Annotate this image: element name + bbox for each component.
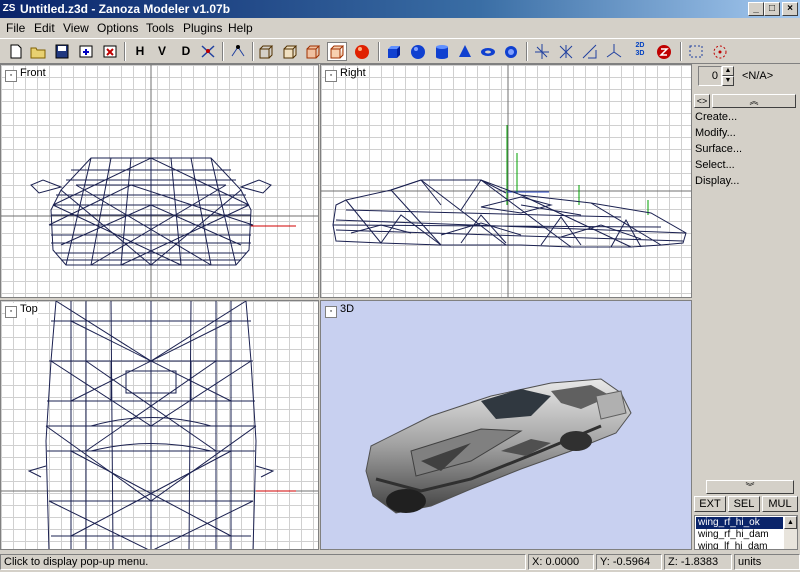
front-viewport[interactable]: ▫ Front xyxy=(0,64,319,298)
menu-tools[interactable]: Tools xyxy=(146,21,174,35)
top-viewport[interactable]: ▫ Top xyxy=(0,300,319,550)
collapse-down-button[interactable]: ︾ xyxy=(706,480,794,494)
save-icon[interactable] xyxy=(52,42,72,61)
move-icon[interactable] xyxy=(532,42,552,61)
modify-menu-item[interactable]: Modify... xyxy=(695,127,736,139)
list-item-selected[interactable]: wing_rf_hi_ok xyxy=(696,517,783,529)
status-z-coordinate: Z: -1.8383 xyxy=(664,554,732,570)
export-icon[interactable] xyxy=(100,42,120,61)
render-sphere-icon[interactable] xyxy=(352,42,372,61)
status-bar: Click to display pop-up menu. X: 0.0000 … xyxy=(0,553,800,572)
rotate-icon[interactable] xyxy=(556,42,576,61)
menu-help[interactable]: Help xyxy=(228,21,253,35)
menu-view[interactable]: View xyxy=(63,21,89,35)
list-item[interactable]: wing_lf_hi_dam xyxy=(696,541,783,549)
zoom-icon[interactable] xyxy=(654,42,674,61)
viewport-menu-icon[interactable]: ▫ xyxy=(325,70,337,82)
cone-primitive-icon[interactable] xyxy=(455,42,475,61)
status-y-coordinate: Y: -0.5964 xyxy=(596,554,662,570)
command-panel: 0 ▲ ▼ <N/A> <> ︽ Create... Modify... Sur… xyxy=(692,64,800,550)
sel-button[interactable]: SEL xyxy=(728,496,760,512)
toolbar: H V D 2D 3D xyxy=(0,38,800,64)
view3d-viewport-label[interactable]: ▫ 3D xyxy=(325,303,354,318)
circle-select-icon[interactable] xyxy=(710,42,730,61)
wire-box-icon[interactable] xyxy=(256,42,276,61)
right-viewport-label[interactable]: ▫ Right xyxy=(325,67,366,82)
collapse-up-button[interactable]: ︽ xyxy=(712,94,796,108)
torus-primitive-icon[interactable] xyxy=(478,42,498,61)
viewport-menu-icon[interactable]: ▫ xyxy=(325,306,337,318)
car-3d-render xyxy=(365,378,632,514)
display-menu-item[interactable]: Display... xyxy=(695,175,739,187)
surface-menu-item[interactable]: Surface... xyxy=(695,143,742,155)
cylinder-primitive-icon[interactable] xyxy=(432,42,452,61)
minimize-button[interactable]: _ xyxy=(748,2,764,16)
viewport-menu-icon[interactable]: ▫ xyxy=(5,306,17,318)
transform-icon[interactable] xyxy=(198,42,218,61)
open-folder-icon[interactable] xyxy=(28,42,48,61)
menu-options[interactable]: Options xyxy=(97,21,138,35)
title-bar: ZS Untitled.z3d - Zanoza Modeler v1.07b … xyxy=(0,0,800,18)
scale-icon[interactable] xyxy=(580,42,600,61)
menu-plugins[interactable]: Plugins xyxy=(183,21,222,35)
wire-box-alt-icon[interactable] xyxy=(280,42,300,61)
toolbar-separator xyxy=(526,42,528,61)
status-hint: Click to display pop-up menu. xyxy=(0,554,526,570)
spinner-up-button[interactable]: ▲ xyxy=(722,66,734,76)
maximize-button[interactable]: □ xyxy=(764,2,780,16)
import-icon[interactable] xyxy=(76,42,96,61)
toolbar-separator xyxy=(124,42,126,61)
textured-box-icon[interactable] xyxy=(327,42,347,61)
list-scrollbar-track[interactable] xyxy=(784,529,797,549)
right-viewport[interactable]: ▫ Right xyxy=(320,64,692,298)
menu-edit[interactable]: Edit xyxy=(34,21,55,35)
sphere-primitive-icon[interactable] xyxy=(408,42,428,61)
two-d-label: 2D xyxy=(635,42,645,49)
menu-file[interactable]: File xyxy=(6,21,25,35)
tube-primitive-icon[interactable] xyxy=(501,42,521,61)
ext-button[interactable]: EXT xyxy=(694,496,726,512)
top-wireframe xyxy=(1,301,318,549)
new-file-icon[interactable] xyxy=(6,42,26,61)
vertex-icon[interactable] xyxy=(228,42,248,61)
spinner-down-button[interactable]: ▼ xyxy=(722,76,734,86)
shaded-box-icon[interactable] xyxy=(303,42,323,61)
list-scroll-up-button[interactable]: ▲ xyxy=(784,516,797,529)
right-wireframe xyxy=(321,65,691,297)
front-viewport-label[interactable]: ▫ Front xyxy=(5,67,46,82)
three-d-label: 3D xyxy=(635,50,645,57)
toolbar-separator xyxy=(222,42,224,61)
toolbar-separator xyxy=(252,42,254,61)
close-button[interactable]: × xyxy=(782,2,798,16)
axis-icon[interactable] xyxy=(604,42,624,61)
d-button[interactable]: D xyxy=(176,42,196,61)
two-d-three-d-toggle[interactable]: 2D 3D xyxy=(630,42,650,61)
list-item[interactable]: wing_rf_hi_dam xyxy=(696,529,783,541)
front-wireframe xyxy=(1,65,318,297)
region-select-icon[interactable] xyxy=(686,42,706,61)
menu-bar: File Edit View Options Tools Plugins Hel… xyxy=(0,18,800,38)
toolbar-separator xyxy=(378,42,380,61)
h-button[interactable]: H xyxy=(130,42,150,61)
app-icon: ZS xyxy=(2,3,16,14)
window-title: Untitled.z3d - Zanoza Modeler v1.07b xyxy=(20,2,231,16)
object-list[interactable]: wing_rf_hi_ok wing_rf_hi_dam wing_lf_hi_… xyxy=(694,515,798,550)
panel-toggle-button[interactable]: <> xyxy=(694,94,710,108)
viewport-menu-icon[interactable]: ▫ xyxy=(5,70,17,82)
cube-primitive-icon[interactable] xyxy=(384,42,404,61)
create-menu-item[interactable]: Create... xyxy=(695,111,737,123)
toolbar-separator xyxy=(680,42,682,61)
v-button[interactable]: V xyxy=(152,42,172,61)
object-name-label: <N/A> xyxy=(742,70,774,82)
select-menu-item[interactable]: Select... xyxy=(695,159,735,171)
view3d-viewport[interactable]: ▫ 3D xyxy=(320,300,692,550)
status-x-coordinate: X: 0.0000 xyxy=(528,554,594,570)
level-spinner-value[interactable]: 0 xyxy=(698,66,722,86)
status-units: units xyxy=(734,554,800,570)
mul-button[interactable]: MUL xyxy=(762,496,798,512)
top-viewport-label[interactable]: ▫ Top xyxy=(5,303,38,318)
